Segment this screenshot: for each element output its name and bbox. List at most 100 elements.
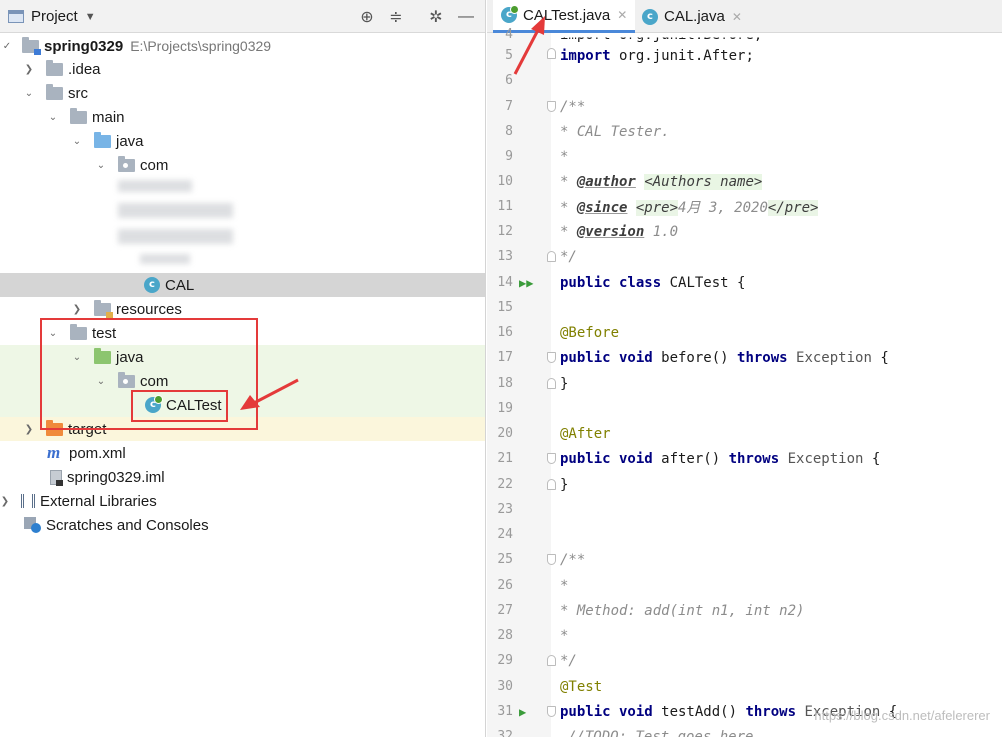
javadoc-html: </pre> [767, 199, 819, 216]
code-line[interactable]: 22 } [487, 472, 1002, 497]
gear-icon[interactable]: ✲ [426, 0, 446, 33]
tree-item-idea[interactable]: ❯ .idea [0, 57, 485, 81]
code-span: * [560, 223, 577, 240]
annotation: @Test [560, 678, 603, 695]
code-line[interactable]: 18 } [487, 371, 1002, 396]
chevron-right-icon[interactable]: ❯ [22, 64, 36, 75]
fold-icon[interactable] [547, 479, 556, 490]
code-text: * [560, 577, 569, 594]
code-line[interactable]: 20 @After [487, 421, 1002, 446]
line-number: 15 [497, 300, 513, 315]
fold-icon[interactable] [547, 554, 556, 565]
annotation-box [131, 390, 228, 422]
watermark: https://blog.csdn.net/afelererer [814, 708, 990, 723]
code-line[interactable]: 10 * @author <Authors name> [487, 169, 1002, 194]
code-line[interactable]: 14 ▶▶ public class CALTest { [487, 270, 1002, 295]
code-line[interactable]: 17 public void before() throws Exception… [487, 345, 1002, 370]
project-tool-window: Project ▼ ⊕ ≑ ✲ — ✓ spring0329 E:\Projec… [0, 0, 486, 737]
class-icon: c [144, 277, 160, 293]
code-span: * [560, 173, 577, 190]
tree-item-label: spring0329.iml [67, 468, 165, 486]
code-line[interactable]: 24 [487, 522, 1002, 547]
fold-icon[interactable] [547, 378, 556, 389]
chevron-right-icon[interactable]: ❯ [70, 304, 84, 315]
code-text: */ [560, 248, 577, 265]
code-line[interactable]: 9 * [487, 144, 1002, 169]
fold-icon[interactable] [547, 453, 556, 464]
folder-icon [46, 59, 63, 76]
code-line[interactable]: 19 [487, 396, 1002, 421]
code-span: CALTest { [661, 274, 746, 291]
code-line[interactable]: 25 /** [487, 547, 1002, 572]
code-line[interactable]: 23 [487, 497, 1002, 522]
project-view-selector[interactable]: Project ▼ [8, 0, 96, 33]
fold-icon[interactable] [547, 101, 556, 112]
hide-icon[interactable]: — [456, 0, 476, 33]
code-line[interactable]: 5 import org.junit.After; [487, 43, 1002, 68]
code-line[interactable]: 27 * Method: add(int n1, int n2) [487, 598, 1002, 623]
fold-icon[interactable] [547, 352, 556, 363]
chevron-down-icon[interactable]: ⌄ [46, 112, 60, 123]
tree-item-module[interactable]: ✓ spring0329 E:\Projects\spring0329 [0, 34, 485, 58]
code-line[interactable]: 13 */ [487, 244, 1002, 269]
tree-item-main-java[interactable]: ⌄ java [0, 129, 485, 153]
chevron-down-icon[interactable]: ⌄ [22, 88, 36, 99]
tree-item-external-libraries[interactable]: ❯ External Libraries [0, 489, 485, 513]
code-text: * CAL Tester. [560, 123, 670, 140]
tree-item-label: main [92, 108, 125, 126]
code-line[interactable]: 15 [487, 295, 1002, 320]
code-line[interactable]: 32 //TODO: Test goes here... [487, 724, 1002, 737]
tree-item-scratches[interactable]: Scratches and Consoles [0, 513, 485, 537]
code-line[interactable]: 21 public void after() throws Exception … [487, 446, 1002, 471]
tree-item-label: External Libraries [40, 492, 157, 510]
code-line[interactable]: 28 * [487, 623, 1002, 648]
line-number: 9 [505, 149, 513, 164]
keyword: throws [728, 450, 780, 467]
line-number: 24 [497, 527, 513, 542]
code-text: public void before() throws Exception { [560, 350, 889, 366]
crosshair-icon[interactable]: ⊕ [357, 0, 377, 33]
collapse-all-icon[interactable]: ≑ [386, 0, 406, 33]
chevron-down-icon[interactable]: ✓ [0, 41, 14, 52]
code-line[interactable]: 8 * CAL Tester. [487, 119, 1002, 144]
project-view-icon [8, 10, 24, 23]
tree-item-iml[interactable]: spring0329.iml [0, 465, 485, 489]
tree-item-src[interactable]: ⌄ src [0, 81, 485, 105]
run-all-icon[interactable]: ▶▶ [519, 276, 533, 290]
fold-icon[interactable] [547, 251, 556, 262]
fold-icon[interactable] [547, 655, 556, 666]
tree-item-label: .idea [68, 60, 101, 78]
tree-item-main[interactable]: ⌄ main [0, 105, 485, 129]
tree-item-cal[interactable]: c CAL [0, 273, 485, 297]
scratches-icon [24, 517, 41, 533]
code-line[interactable]: 16 @Before [487, 320, 1002, 345]
chevron-down-icon[interactable]: ⌄ [94, 160, 108, 171]
code-line[interactable]: 7 /** [487, 94, 1002, 119]
tree-item-main-com[interactable]: ⌄ com [0, 153, 485, 177]
code-line[interactable]: 6 [487, 68, 1002, 93]
source-folder-icon [94, 131, 111, 148]
run-test-icon[interactable]: ▶ [519, 705, 526, 719]
code-line[interactable]: 11 * @since <pre>4月 3, 2020</pre> [487, 194, 1002, 219]
keyword: import [560, 47, 611, 64]
fold-icon[interactable] [547, 706, 556, 717]
code-line[interactable]: 30 @Test [487, 674, 1002, 699]
code-line[interactable]: 29 */ [487, 648, 1002, 673]
line-number: 31 [497, 704, 513, 719]
line-number: 29 [497, 653, 513, 668]
chevron-down-icon[interactable]: ⌄ [70, 136, 84, 147]
code-span: testAdd() [652, 703, 746, 720]
code-line[interactable]: 12 * @version 1.0 [487, 219, 1002, 244]
chevron-right-icon[interactable]: ❯ [0, 496, 12, 507]
code-text: public void after() throws Exception { [560, 451, 880, 467]
keyword: throws [745, 703, 797, 720]
close-icon[interactable]: ✕ [617, 8, 627, 22]
javadoc-tag: @author [576, 173, 636, 190]
line-number: 10 [497, 174, 513, 189]
code-line[interactable]: 26 * [487, 573, 1002, 598]
code-text: * Method: add(int n1, int n2) [560, 602, 805, 619]
tree-item-pom[interactable]: m pom.xml [0, 441, 485, 465]
folder-icon [70, 107, 87, 124]
chevron-right-icon[interactable]: ❯ [22, 424, 36, 435]
redacted-item [140, 254, 190, 264]
